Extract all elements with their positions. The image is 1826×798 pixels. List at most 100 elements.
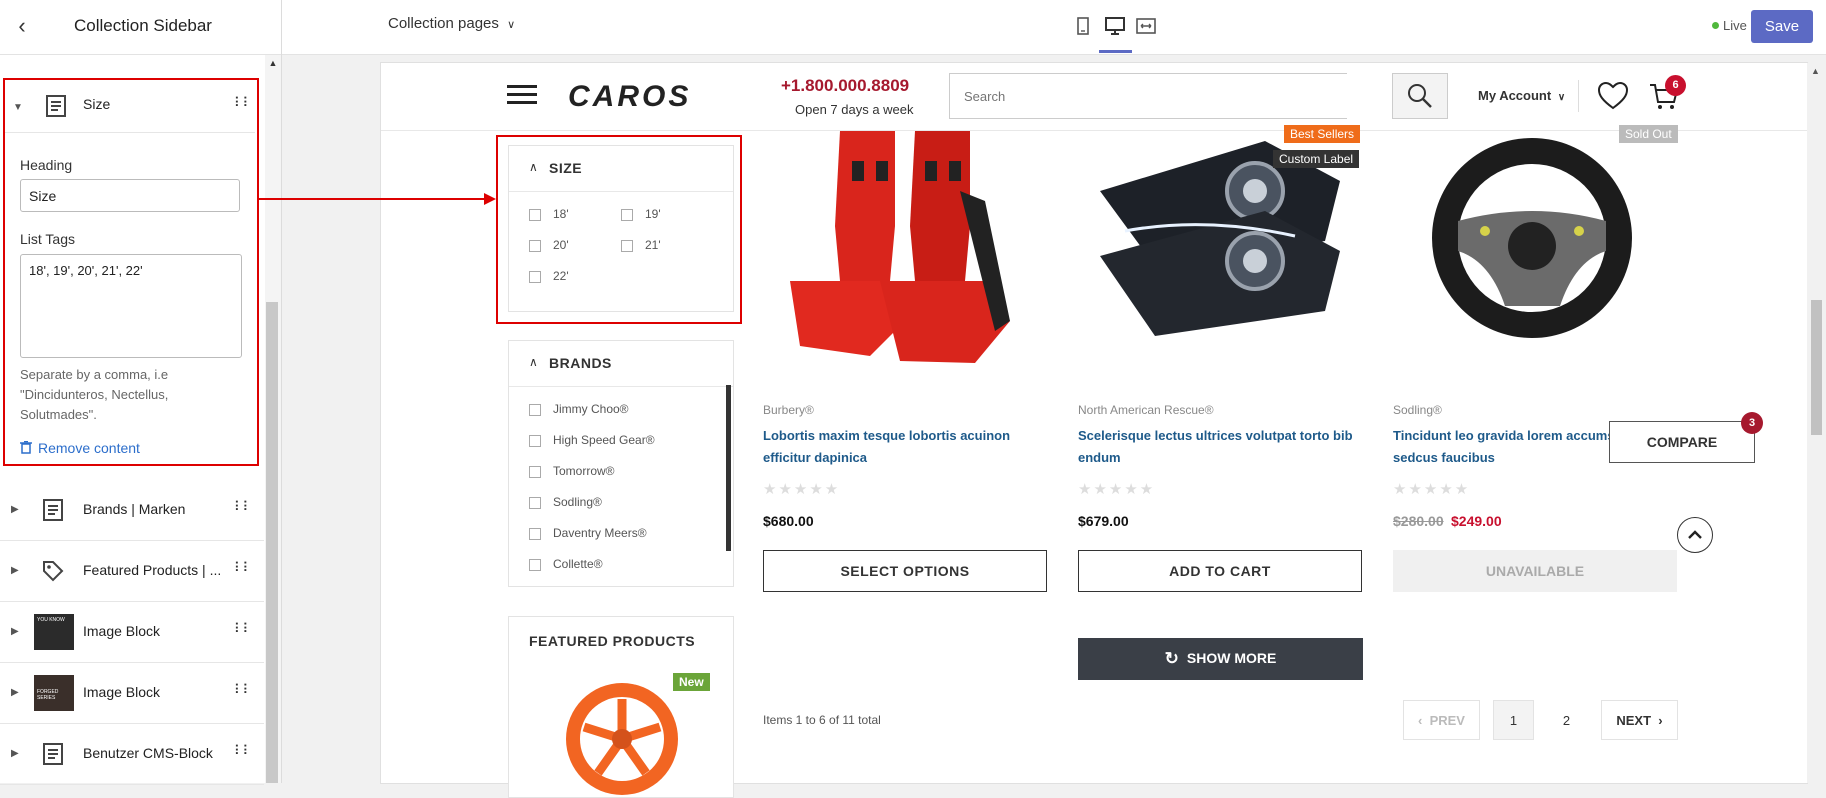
back-to-top-button[interactable] [1677, 517, 1713, 553]
sidebar-item-size[interactable]: ▼ Size ⠇⠇ [5, 80, 255, 133]
desktop-view-icon[interactable] [1104, 16, 1126, 36]
text-block-icon [43, 743, 63, 765]
chevron-up-icon: ∧ [529, 355, 538, 369]
brand-option[interactable]: Jimmy Choo® [529, 402, 629, 416]
cart-count-badge: 6 [1665, 75, 1686, 96]
custom-label-badge: Custom Label [1273, 150, 1360, 168]
items-summary: Items 1 to 6 of 11 total [763, 713, 881, 727]
my-account-menu[interactable]: My Account ∨ [1478, 88, 1565, 103]
checkbox[interactable] [529, 434, 541, 447]
store-phone[interactable]: +1.800.000.8809 [781, 76, 909, 96]
select-options-button[interactable]: SELECT OPTIONS [763, 550, 1047, 592]
full-width-view-icon[interactable] [1135, 16, 1157, 36]
heading-input[interactable] [20, 179, 240, 212]
brand-option[interactable]: Collette® [529, 557, 603, 571]
sidebar-item-label: Brands | Marken [83, 501, 186, 517]
remove-content-link[interactable]: Remove content [20, 440, 140, 456]
brand-option[interactable]: High Speed Gear® [529, 433, 655, 447]
drag-handle-icon[interactable]: ⠇⠇ [234, 560, 252, 576]
brand-option[interactable]: Sodling® [529, 495, 602, 509]
caret-right-icon[interactable]: ▶ [11, 565, 19, 576]
sidebar-item-image-block[interactable]: ▶ YOU KNOW Image Block ⠇⠇ [0, 602, 264, 663]
caret-right-icon[interactable]: ▶ [11, 626, 19, 637]
compare-count-badge: 3 [1741, 412, 1763, 434]
text-block-icon [43, 499, 63, 521]
product-vendor[interactable]: Burbery® [763, 403, 814, 417]
drag-handle-icon[interactable]: ⠇⠇ [234, 743, 252, 759]
mobile-view-icon[interactable] [1072, 16, 1094, 36]
featured-products-title: FEATURED PRODUCTS [529, 633, 696, 649]
caret-right-icon[interactable]: ▶ [11, 748, 19, 759]
best-sellers-badge: Best Sellers [1284, 125, 1361, 143]
scroll-up-icon[interactable]: ▲ [266, 58, 280, 68]
product-title[interactable]: Lobortis maxim tesque lobortis acuinon e… [763, 425, 1048, 469]
page-1-button[interactable]: 1 [1493, 700, 1534, 740]
caret-right-icon[interactable]: ▶ [11, 687, 19, 698]
heart-icon[interactable] [1597, 81, 1629, 111]
show-more-button[interactable]: ↻ SHOW MORE [1078, 638, 1363, 680]
live-status-label: Live [1723, 18, 1747, 33]
product-title[interactable]: Scelerisque lectus ultrices volutpat tor… [1078, 425, 1363, 469]
checkbox[interactable] [529, 558, 541, 571]
product-old-price: $280.00 [1393, 513, 1444, 529]
sidebar-item-cms-block[interactable]: ▶ Benutzer CMS-Block ⠇⠇ [0, 724, 264, 785]
rating-stars: ★★★★★ [1393, 481, 1471, 498]
brands-filter-header[interactable]: ∧ BRANDS [509, 341, 733, 387]
store-search-input[interactable] [949, 73, 1347, 119]
product-vendor[interactable]: North American Rescue® [1078, 403, 1214, 417]
help-text: Separate by a comma, i.e "Dincidunteros,… [20, 367, 169, 422]
caret-down-icon[interactable]: ▼ [13, 102, 23, 113]
drag-handle-icon[interactable]: ⠇⠇ [234, 621, 252, 637]
product-image-seats[interactable] [780, 131, 1025, 367]
unavailable-button[interactable]: UNAVAILABLE [1393, 550, 1677, 592]
text-block-icon [46, 95, 66, 117]
product-price: $679.00 [1078, 513, 1129, 529]
page-type-select[interactable]: Collection pages ∨ [388, 15, 515, 32]
annotation-arrow-line [258, 198, 494, 200]
list-tags-textarea[interactable]: 18', 19', 20', 21', 22' [20, 254, 242, 358]
sidebar-item-brands[interactable]: ▶ Brands | Marken ⠇⠇ [0, 480, 264, 541]
store-logo[interactable]: CAROS [568, 79, 738, 113]
product-image-steering-wheel[interactable] [1425, 131, 1640, 346]
checkbox[interactable] [529, 465, 541, 478]
sold-out-badge: Sold Out [1619, 125, 1678, 143]
tag-icon [43, 561, 64, 582]
svg-text:CAROS: CAROS [568, 80, 691, 113]
drag-handle-icon[interactable]: ⠇⠇ [234, 95, 252, 111]
compare-button[interactable]: COMPARE [1609, 421, 1755, 463]
save-button[interactable]: Save [1751, 10, 1813, 43]
sidebar-item-image-block-2[interactable]: ▶ FORGED SERIES Image Block ⠇⠇ [0, 663, 264, 724]
brand-option[interactable]: Daventry Meers® [529, 526, 647, 540]
product-sale-price: $249.00 [1451, 513, 1502, 529]
checkbox[interactable] [529, 527, 541, 540]
drag-handle-icon[interactable]: ⠇⠇ [234, 499, 252, 515]
chevron-down-icon: ∨ [1557, 92, 1566, 103]
brand-option[interactable]: Tomorrow® [529, 464, 615, 478]
scroll-up-icon[interactable]: ▲ [1811, 66, 1820, 76]
product-vendor[interactable]: Sodling® [1393, 403, 1442, 417]
sidebar-item-featured-products[interactable]: ▶ Featured Products | ... ⠇⠇ [0, 541, 264, 602]
brands-list-scrollbar[interactable] [726, 385, 731, 551]
checkbox[interactable] [529, 403, 541, 416]
sidebar-title: Collection Sidebar [74, 16, 212, 35]
sidebar-item-label: Image Block [83, 623, 161, 639]
checkbox[interactable] [529, 496, 541, 509]
add-to-cart-button[interactable]: ADD TO CART [1078, 550, 1362, 592]
image-block-thumbnail: FORGED SERIES [34, 675, 74, 711]
search-button[interactable] [1392, 73, 1448, 119]
caret-right-icon[interactable]: ▶ [11, 504, 19, 515]
preview-scroll-thumb[interactable] [1811, 300, 1822, 435]
hamburger-menu-icon[interactable] [507, 84, 537, 106]
search-icon [1408, 84, 1432, 108]
drag-handle-icon[interactable]: ⠇⠇ [234, 682, 252, 698]
chevron-right-icon: › [1658, 712, 1663, 728]
live-status-dot [1712, 22, 1719, 29]
page-2-button[interactable]: 2 [1546, 700, 1587, 740]
sidebar-item-label: Featured Products | ... [83, 562, 222, 578]
orange-wheel-image[interactable] [564, 681, 680, 797]
sidebar-scroll-thumb[interactable] [266, 302, 278, 783]
prev-page-button[interactable]: ‹ PREV [1403, 700, 1480, 740]
next-page-button[interactable]: NEXT › [1601, 700, 1678, 740]
back-arrow-icon[interactable]: ‹ [10, 14, 34, 38]
image-block-thumbnail: YOU KNOW [34, 614, 74, 650]
